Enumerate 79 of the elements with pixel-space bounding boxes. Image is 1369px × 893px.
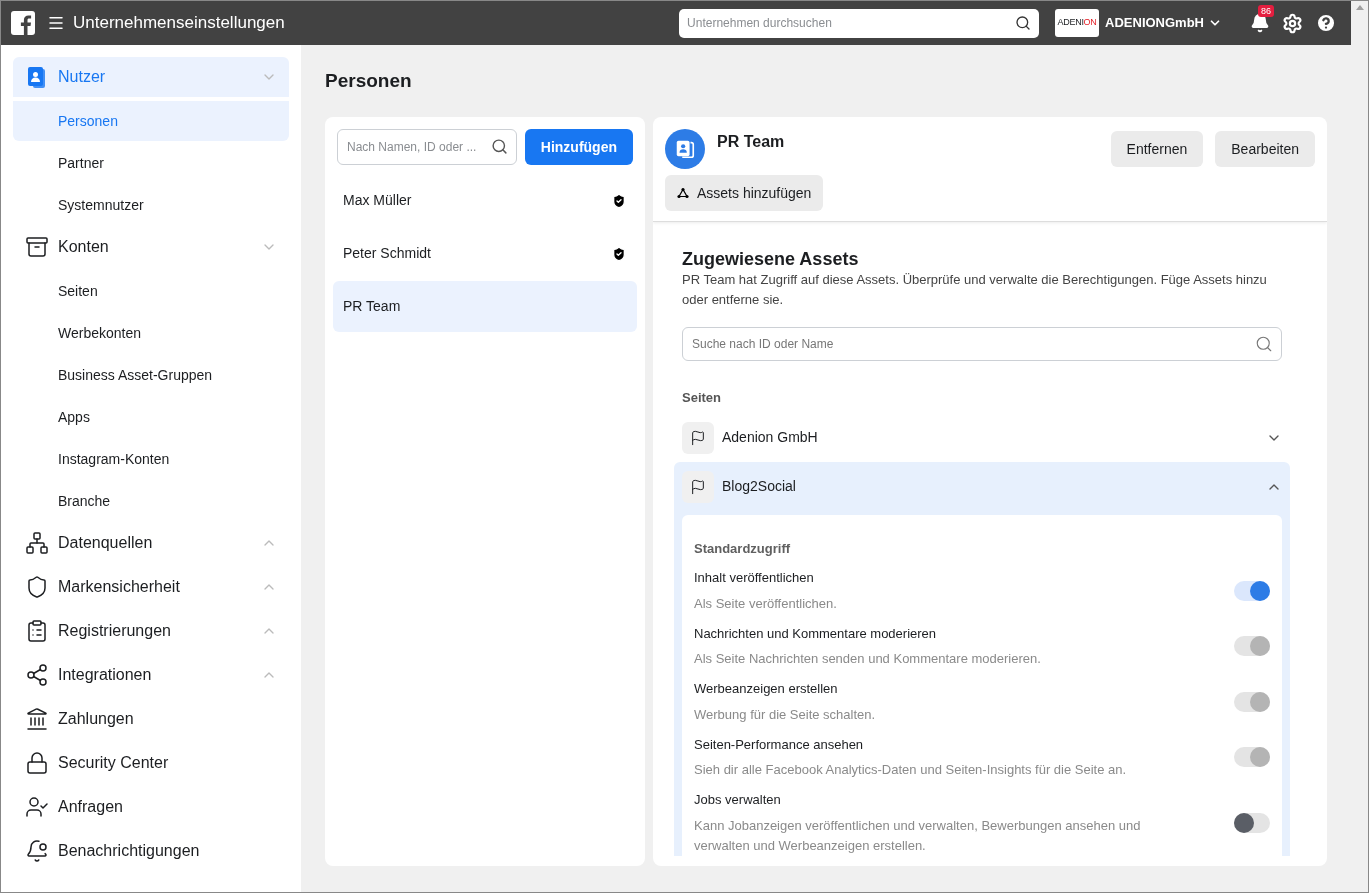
sidebar-section[interactable]: Benachrichtigungen [13, 831, 289, 871]
page-row[interactable]: Blog2Social [682, 467, 1282, 506]
sidebar-item[interactable]: Seiten [13, 271, 289, 311]
team-name: PR Team [717, 132, 786, 152]
sidebar-item[interactable]: Apps [13, 397, 289, 437]
connected-nodes-icon [25, 663, 49, 687]
permission-description: Kann Jobanzeigen veröffentlichen und verwalten, Bewerbungen ansehen und verwalten und Werbeanzeigen erstellen. [694, 816, 1142, 855]
sidebar-section[interactable]: Konten [13, 227, 289, 267]
page-row[interactable]: Adenion GmbH [682, 418, 1282, 457]
search-icon [490, 138, 508, 155]
notification-count: 86 [1258, 5, 1274, 17]
menu-icon[interactable] [47, 14, 65, 32]
network-nodes-icon [25, 531, 49, 555]
section-title: Zugewiesene Assets [682, 248, 860, 270]
permission-title: Seiten-Performance ansehen [694, 735, 865, 754]
toggle-thumb [1250, 580, 1270, 601]
permission-title: Inhalt veröffentlichen [694, 569, 815, 587]
sidebar-section[interactable]: Datenquellen [13, 523, 289, 563]
user-check-icon [25, 795, 49, 819]
toggle-thumb [1250, 636, 1270, 657]
archive-box-icon [25, 235, 49, 259]
toggle-switch[interactable] [1234, 812, 1270, 833]
sidebar-section[interactable]: Integrationen [13, 655, 289, 695]
business-logo: ADENION [1055, 9, 1100, 37]
sidebar-section[interactable]: Nutzer [13, 57, 289, 97]
action-button[interactable]: Bearbeiten [1215, 131, 1315, 167]
sidebar-section[interactable]: Anfragen [13, 787, 289, 827]
people-search-field[interactable]: Nach Namen, ID oder ... [337, 129, 517, 165]
permission-title: Werbeanzeigen erstellen [694, 680, 839, 698]
sidebar-item[interactable]: Partner [13, 143, 289, 183]
person-row[interactable]: Peter Schmidt [333, 228, 637, 279]
toggle-thumb [1250, 747, 1270, 768]
sidebar-item[interactable]: Instagram-Konten [13, 439, 289, 479]
bank-building-icon [25, 707, 49, 731]
page-title: Personen [325, 69, 413, 93]
notification-dot-icon [25, 839, 49, 863]
sidebar-item[interactable]: Werbekonten [13, 313, 289, 353]
permission-title: Jobs verwalten [694, 791, 782, 809]
add-button[interactable]: Hinzufügen [524, 129, 633, 165]
permission-description: Als Seite Nachrichten senden und Kommentare moderieren. [694, 650, 1042, 668]
notifications-icon[interactable] [1250, 13, 1270, 33]
toggle-thumb [1234, 812, 1254, 833]
sidebar-section[interactable]: Markensicherheit [13, 567, 289, 607]
toggle-thumb [1250, 691, 1270, 712]
access-title: Standardzugriff [694, 539, 792, 558]
facebook-logo-icon[interactable] [11, 11, 35, 35]
sidebar-item[interactable]: Systemnutzer [13, 185, 289, 225]
permission-description: Werbung für die Seite schalten. [694, 705, 877, 724]
business-switcher[interactable]: ADENIONGmbH [1105, 13, 1222, 33]
sidebar-item[interactable]: Business Asset-Gruppen [13, 355, 289, 395]
sidebar-item[interactable]: Personen [13, 101, 289, 141]
search-icon [1255, 335, 1273, 353]
action-button[interactable]: Entfernen [1110, 131, 1204, 167]
add-assets-button[interactable]: Assets hinzufügen [665, 175, 824, 211]
permission-description: Als Seite veröffentlichen. [694, 594, 838, 613]
flag-icon [690, 478, 706, 495]
sidebar-section[interactable]: Zahlungen [13, 699, 289, 739]
user-card-icon [674, 138, 696, 160]
permission-description: Sieh dir alle Facebook Analytics-Daten und Seiten-Insights für die Seite an. [694, 761, 1128, 779]
asset-search-field[interactable]: Suche nach ID oder Name [682, 327, 1282, 361]
permission-title: Nachrichten und Kommentare moderieren [694, 624, 938, 643]
toggle-switch[interactable] [1234, 580, 1270, 601]
sidebar-section[interactable]: Security Center [13, 743, 289, 783]
sidebar-section[interactable]: Registrierungen [13, 611, 289, 651]
settings-icon[interactable] [1282, 12, 1303, 34]
clipboard-icon [25, 619, 49, 643]
help-icon[interactable] [1315, 12, 1337, 34]
person-row[interactable]: PR Team [333, 281, 637, 332]
group-label: Seiten [682, 389, 722, 407]
flag-icon [690, 429, 706, 446]
app-title: Unternehmenseinstellungen [73, 12, 285, 35]
section-description: PR Team hat Zugriff auf diese Assets. Überprüfe und verwalte die Berechtigungen. Füge Assets hinzu oder entferne sie. [682, 271, 1268, 309]
padlock-icon [25, 751, 49, 775]
person-row[interactable]: Max Müller [333, 175, 637, 226]
connected-nodes-icon [677, 187, 689, 199]
sidebar-item[interactable]: Branche [13, 481, 289, 521]
search-field[interactable]: Unternehmen durchsuchen [679, 8, 1040, 38]
search-icon [1015, 14, 1032, 31]
shield-icon [25, 575, 49, 599]
